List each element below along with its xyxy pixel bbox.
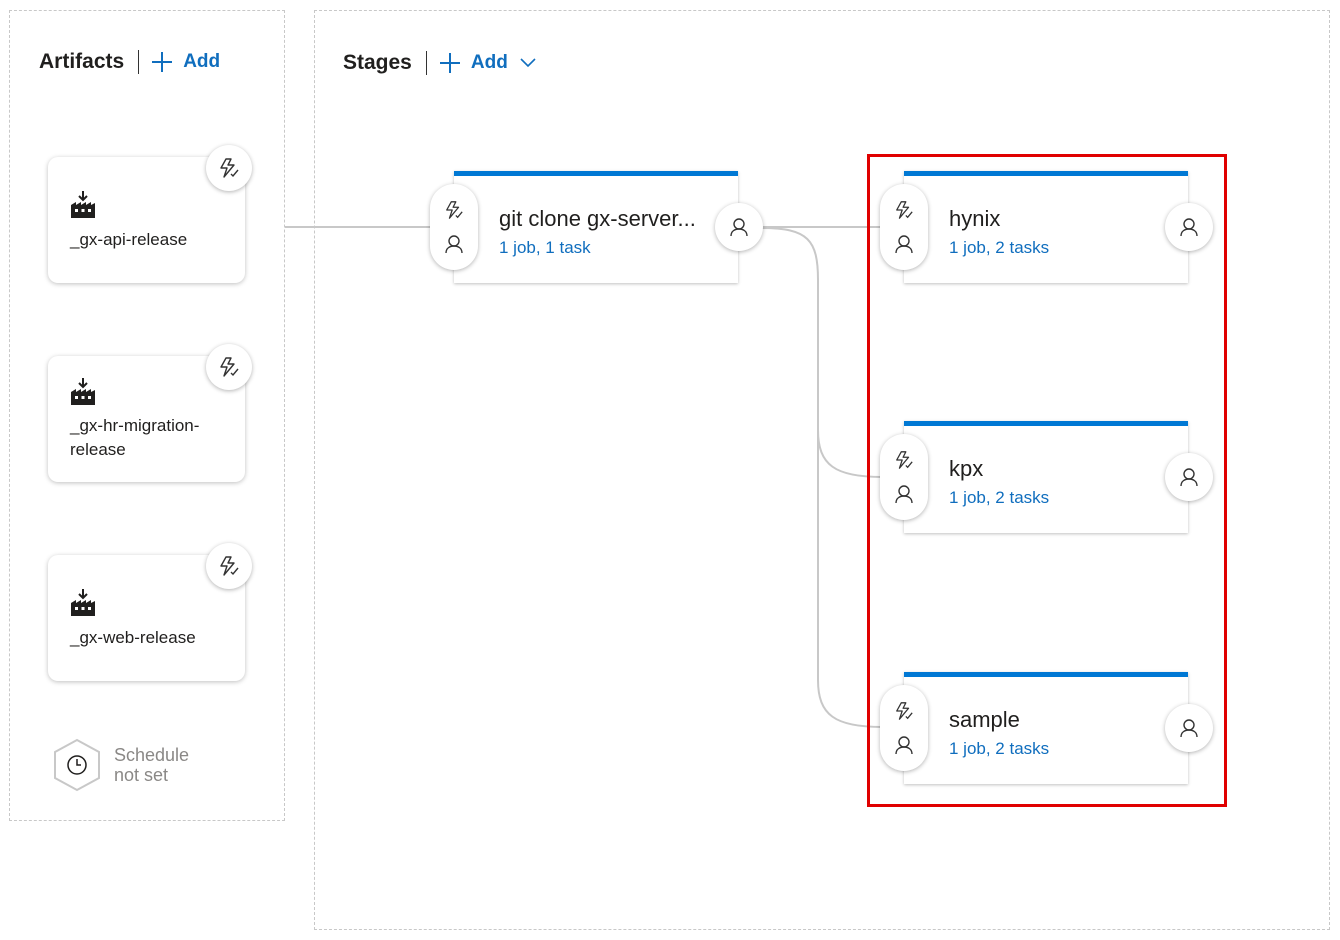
artifact-name: _gx-api-release [70,230,188,249]
stage-name: kpx [949,456,984,481]
schedule-line2: not set [114,765,169,785]
pre-deployment-conditions [880,434,928,520]
lightning-trigger-icon[interactable] [444,200,464,220]
stages-title: Stages [343,51,412,74]
stage-card[interactable]: sample 1 job, 2 tasks [904,672,1188,784]
add-artifact-button[interactable]: Add [151,51,220,73]
chevron-down-icon [520,58,536,68]
artifacts-header: Artifacts Add [39,50,220,74]
pre-deployment-conditions [880,685,928,771]
artifact-trigger-button[interactable] [206,145,252,191]
stage-summary-link[interactable]: 1 job, 2 tasks [949,739,1049,759]
stage-summary-link[interactable]: 1 job, 1 task [499,238,591,258]
artifact-name: _gx-web-release [70,628,196,647]
add-stage-label: Add [470,52,508,73]
person-approval-icon[interactable] [894,735,914,755]
lightning-trigger-icon [220,556,239,576]
post-deployment-conditions[interactable] [715,203,763,251]
stage-summary-link[interactable]: 1 job, 2 tasks [949,488,1049,508]
post-deployment-conditions[interactable] [1165,203,1213,251]
plus-icon [439,53,460,73]
add-artifact-label: Add [183,51,221,72]
plus-icon [152,52,173,72]
stage-summary-link[interactable]: 1 job, 2 tasks [949,238,1049,258]
person-approval-icon[interactable] [894,234,914,254]
lightning-trigger-icon[interactable] [894,701,914,721]
stages-header: Stages Add [343,51,546,75]
stage-name: git clone gx-server... [499,206,696,231]
add-stage-button[interactable]: Add [439,52,546,74]
pre-deployment-conditions [430,184,478,270]
schedule-line1: Schedule [114,745,190,765]
header-divider [138,50,140,74]
build-artifact-icon [71,589,95,616]
artifacts-title: Artifacts [39,50,125,73]
build-artifact-icon [71,191,95,218]
stage-name: sample [949,707,1020,732]
clock-icon [54,738,100,792]
person-approval-icon[interactable] [444,234,464,254]
person-approval-icon[interactable] [894,484,914,504]
stage-card[interactable]: kpx 1 job, 2 tasks [904,421,1188,533]
person-approval-icon [1180,218,1198,237]
schedule-trigger[interactable]: Schedule not set [52,738,204,792]
post-deployment-conditions[interactable] [1165,453,1213,501]
lightning-trigger-icon[interactable] [894,450,914,470]
header-divider [425,51,427,75]
artifact-trigger-button[interactable] [206,543,252,589]
lightning-trigger-icon[interactable] [894,200,914,220]
build-artifact-icon [71,378,95,405]
person-approval-icon [730,218,748,237]
artifact-name: _gx-hr-migration-release [70,416,200,459]
pre-deployment-conditions [880,184,928,270]
lightning-trigger-icon [220,357,239,377]
stage-name: hynix [949,206,1001,231]
stage-card[interactable]: hynix 1 job, 2 tasks [904,171,1188,283]
person-approval-icon [1180,468,1198,487]
person-approval-icon [1180,719,1198,738]
lightning-trigger-icon [220,158,239,178]
stage-card[interactable]: git clone gx-server... 1 job, 1 task [454,171,738,283]
artifact-trigger-button[interactable] [206,344,252,390]
schedule-label: Schedule not set [114,745,204,785]
post-deployment-conditions[interactable] [1165,704,1213,752]
